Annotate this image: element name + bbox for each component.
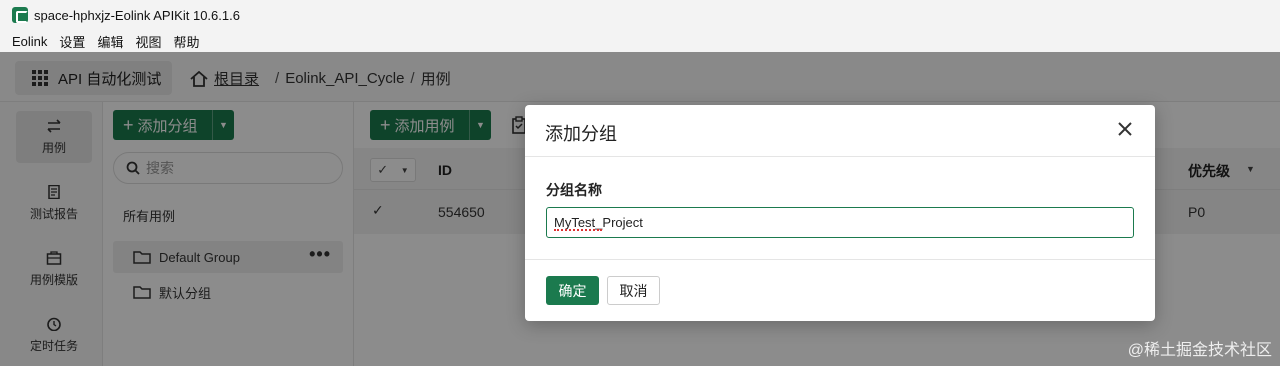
menu-bar: Eolink 设置 编辑 视图 帮助	[0, 30, 1280, 52]
menu-view[interactable]: 视图	[135, 32, 161, 51]
menu-edit[interactable]: 编辑	[97, 32, 123, 51]
watermark: @稀土掘金技术社区	[1127, 342, 1272, 359]
confirm-button[interactable]: 确定	[546, 276, 599, 305]
cancel-button[interactable]: 取消	[607, 276, 660, 305]
dialog-footer: 确定 取消	[525, 259, 1155, 321]
title-bar: space-hphxjz-Eolink APIKit 10.6.1.6	[0, 0, 1280, 30]
menu-settings[interactable]: 设置	[59, 32, 85, 51]
dialog-title: 添加分组	[545, 124, 617, 144]
dialog-header: 添加分组	[525, 105, 1155, 157]
close-icon[interactable]	[1117, 121, 1133, 137]
menu-help[interactable]: 帮助	[173, 32, 199, 51]
spellcheck-underline	[554, 228, 602, 231]
app-logo-icon	[12, 7, 28, 23]
add-group-dialog: 添加分组 分组名称 确定 取消	[525, 105, 1155, 321]
group-name-input[interactable]	[546, 207, 1134, 238]
menu-eolink[interactable]: Eolink	[12, 34, 47, 49]
group-name-label: 分组名称	[546, 182, 602, 198]
window-title: space-hphxjz-Eolink APIKit 10.6.1.6	[34, 7, 240, 23]
